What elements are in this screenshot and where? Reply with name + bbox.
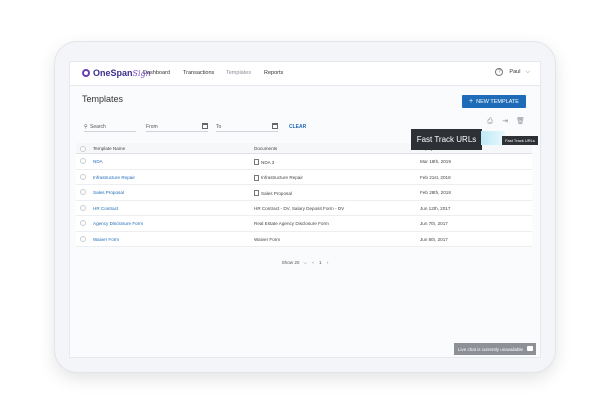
- clear-filters-button[interactable]: CLEAR: [289, 124, 306, 130]
- current-page[interactable]: 1: [319, 260, 322, 265]
- page-size-select[interactable]: Show 20: [282, 260, 300, 265]
- table-row[interactable]: Agency Disclosure Form Real Estate Agenc…: [76, 216, 532, 232]
- app-screen: OneSpan Sign Dashboard Transactions Temp…: [69, 61, 541, 358]
- nav-templates[interactable]: Templates: [226, 70, 251, 76]
- user-name: Paul: [509, 69, 521, 75]
- document-name: HR Contract - DV, Salary Deposit Form - …: [254, 205, 345, 211]
- template-name[interactable]: Sales Proposal: [93, 190, 124, 195]
- template-name[interactable]: Agency Disclosure Form: [93, 221, 143, 226]
- search-underline: [84, 131, 136, 132]
- to-underline: [216, 131, 278, 132]
- logo-ring-icon: [82, 69, 90, 77]
- table-row[interactable]: Infrastructure Repair Infrastructure Rep…: [76, 169, 532, 185]
- row-checkbox[interactable]: [80, 189, 86, 195]
- row-checkbox[interactable]: [80, 235, 86, 242]
- table-row[interactable]: NDA NDA 3 Mar 18th, 2019: [76, 154, 532, 170]
- document-name: Real Estate Agency Disclosure Form: [254, 221, 329, 226]
- document-name: Waiver Form: [254, 236, 281, 242]
- print-icon[interactable]: ⎙: [486, 118, 494, 126]
- table-row[interactable]: Waiver Form Waiver Form Jun 6th, 2017: [76, 231, 532, 247]
- template-name[interactable]: NDA: [93, 159, 103, 164]
- row-checkbox[interactable]: [80, 220, 86, 226]
- nav-transactions[interactable]: Transactions: [183, 70, 214, 76]
- select-all-checkbox[interactable]: [80, 145, 86, 152]
- expiry-date: Feb 21st, 2018: [420, 174, 451, 180]
- header-documents[interactable]: Documents: [254, 146, 277, 151]
- trash-icon[interactable]: 🗑: [516, 118, 525, 126]
- table-row[interactable]: HR Contract HR Contract - DV, Salary Dep…: [76, 200, 532, 216]
- tablet-frame: OneSpan Sign Dashboard Transactions Temp…: [55, 42, 555, 372]
- from-date-input[interactable]: From: [146, 124, 158, 130]
- document-icon: [254, 174, 259, 181]
- document-cell: Sales Proposal: [254, 190, 292, 196]
- document-cell: NDA 3: [254, 159, 274, 165]
- page-title: Templates: [82, 94, 124, 104]
- nav-dashboard[interactable]: Dashboard: [143, 70, 170, 76]
- pagination: Show 20 ⌵ ‹ 1 ›: [70, 260, 540, 265]
- document-cell: Infrastructure Repair: [254, 174, 303, 181]
- plus-icon: +: [469, 98, 474, 105]
- live-chat-status: Live chat is currently unavailable: [458, 346, 524, 352]
- onespan-sign-logo[interactable]: OneSpan Sign: [82, 68, 151, 78]
- template-name[interactable]: Infrastructure Repair: [93, 175, 135, 180]
- expiry-date: Jun 12th, 2017: [420, 205, 451, 211]
- document-name: NDA 3: [261, 159, 275, 165]
- chevron-down-icon[interactable]: ⌵: [303, 260, 306, 265]
- fast-track-link-icon[interactable]: ⇥: [501, 118, 509, 126]
- chevron-down-icon: ⌵: [525, 68, 530, 75]
- calendar-icon-to[interactable]: [272, 123, 278, 129]
- next-page-icon[interactable]: ›: [327, 260, 329, 265]
- help-icon[interactable]: ?: [495, 68, 504, 76]
- from-underline: [146, 131, 208, 132]
- row-checkbox[interactable]: [80, 204, 86, 211]
- chat-bubble-icon: [527, 346, 533, 351]
- new-template-button[interactable]: + NEW TEMPLATE: [462, 95, 526, 108]
- expiry-date: Mar 18th, 2019: [420, 159, 451, 164]
- top-navbar: OneSpan Sign Dashboard Transactions Temp…: [70, 62, 540, 86]
- document-name: Sales Proposal: [261, 190, 292, 196]
- fast-track-callout: Fast Track URLs: [411, 129, 482, 150]
- to-date-input[interactable]: To: [216, 124, 221, 130]
- row-checkbox[interactable]: [80, 173, 86, 180]
- calendar-icon-from[interactable]: [202, 123, 208, 129]
- live-chat-widget[interactable]: Live chat is currently unavailable: [454, 343, 536, 355]
- nav-reports[interactable]: Reports: [264, 70, 283, 76]
- new-template-label: NEW TEMPLATE: [476, 98, 519, 105]
- document-name: Infrastructure Repair: [261, 175, 303, 180]
- prev-page-icon[interactable]: ‹: [312, 260, 314, 265]
- template-name[interactable]: HR Contract: [93, 206, 118, 211]
- search-icon: ⚲: [84, 124, 88, 130]
- row-checkbox[interactable]: [80, 158, 86, 164]
- search-input[interactable]: Search: [90, 124, 106, 130]
- document-icon: [254, 159, 259, 165]
- header-template-name[interactable]: Template Name: [93, 146, 125, 151]
- expiry-date: Jun 6th, 2017: [420, 236, 448, 242]
- expiry-date: Feb 28th, 2018: [420, 190, 451, 195]
- templates-table: Template Name Documents Expiry Date NDA …: [76, 143, 532, 247]
- logo-text: OneSpan: [93, 68, 133, 78]
- document-icon: [254, 190, 259, 196]
- user-menu[interactable]: ? Paul ⌵: [495, 68, 530, 76]
- template-name[interactable]: Waiver Form: [93, 237, 119, 242]
- fast-track-tooltip: Fast Track URLs: [502, 136, 538, 145]
- table-row[interactable]: Sales Proposal Sales Proposal Feb 28th, …: [76, 185, 532, 201]
- expiry-date: Jun 7th, 2017: [420, 221, 448, 226]
